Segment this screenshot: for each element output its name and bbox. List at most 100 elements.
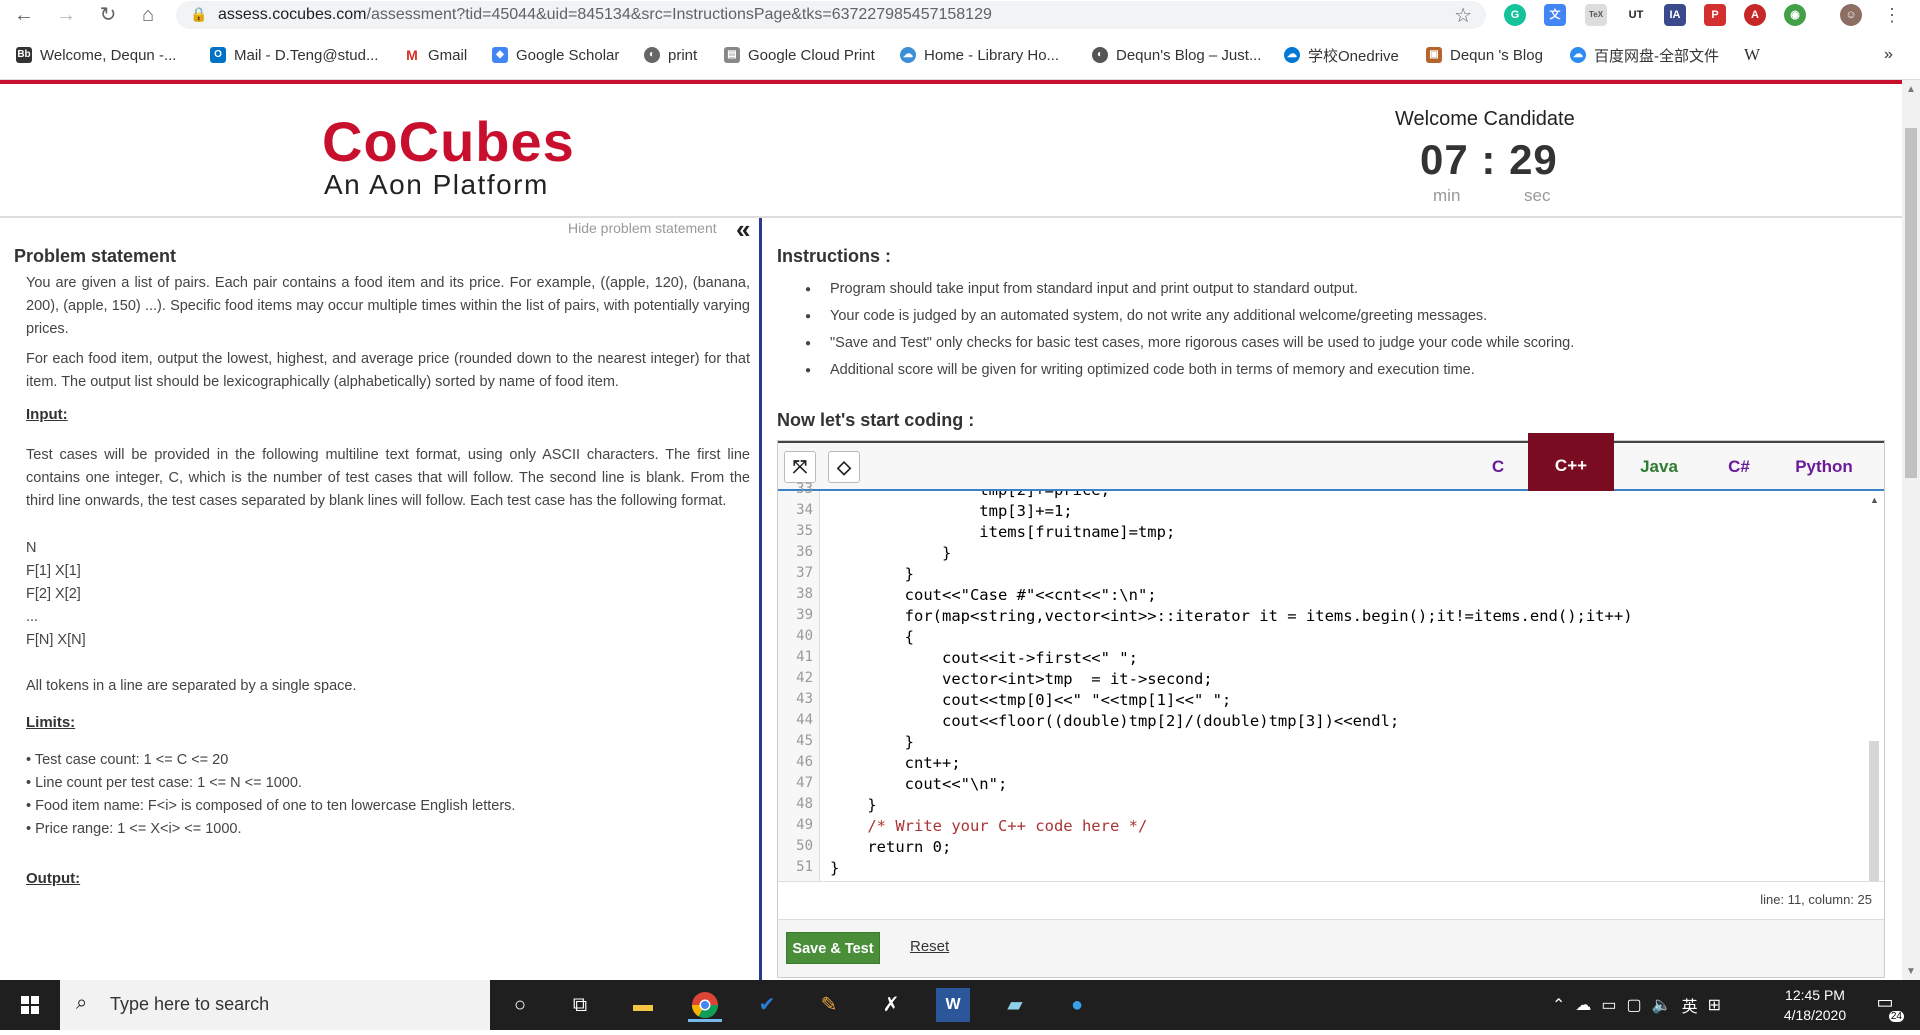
scroll-up-icon[interactable]: ▲ xyxy=(1906,84,1916,95)
timer-separator: : xyxy=(1481,136,1497,183)
code-line: cout<<"Case #"<<cnt<<":\n"; xyxy=(830,586,1157,604)
problem-panel: Hide problem statement « Problem stateme… xyxy=(0,218,762,980)
line-number: 49 xyxy=(796,817,813,833)
bookmark-item[interactable]: M Gmail xyxy=(404,44,467,66)
pdf-extension-icon[interactable]: P xyxy=(1704,4,1726,26)
logo-brand: CoCubes xyxy=(322,110,575,173)
line-number: 37 xyxy=(796,565,813,581)
tex-extension-icon[interactable]: TeX xyxy=(1585,4,1607,26)
wikipedia-bookmark[interactable]: W xyxy=(1744,44,1760,66)
paint-icon[interactable]: ✎ xyxy=(812,988,846,1022)
lang-tab-c[interactable]: C xyxy=(1468,443,1528,491)
code-line: tmp[2]+=price; xyxy=(830,491,1110,499)
ia-extension-icon[interactable]: IA xyxy=(1664,4,1686,26)
home-icon[interactable]: ⌂ xyxy=(136,3,160,27)
scroll-down-icon[interactable]: ▼ xyxy=(1906,966,1916,977)
url-text[interactable]: assess.cocubes.com/assessment?tid=45044&… xyxy=(218,6,992,24)
grammarly-extension-icon[interactable]: G xyxy=(1504,4,1526,26)
code-line: } xyxy=(830,565,914,583)
scroll-up-icon[interactable]: ▲ xyxy=(1870,495,1879,505)
network-icon[interactable]: ▢ xyxy=(1627,995,1642,1015)
file-explorer-icon[interactable]: ▬ xyxy=(626,988,660,1022)
lang-tab-csharp[interactable]: C# xyxy=(1704,443,1774,491)
scrollbar-thumb[interactable] xyxy=(1905,128,1917,478)
code-line: { xyxy=(830,628,914,646)
editor-status-bar: line: 11, column: 25 xyxy=(778,881,1884,919)
code-line: } xyxy=(830,733,914,751)
bookmark-star-icon[interactable]: ☆ xyxy=(1454,3,1472,28)
adblock-extension-icon[interactable]: A xyxy=(1744,4,1766,26)
collapse-chevron-icon[interactable]: « xyxy=(736,218,750,245)
volume-icon[interactable]: 🔈 xyxy=(1652,995,1672,1015)
format-line: F[1] X[1] xyxy=(26,563,81,579)
chrome-icon[interactable] xyxy=(688,988,722,1022)
chrome-logo-icon xyxy=(691,992,719,1019)
code-format-icon[interactable]: ◇ xyxy=(828,451,860,483)
onedrive-icon[interactable]: ☁ xyxy=(1575,995,1591,1015)
limit-item: • Food item name: F<i> is composed of on… xyxy=(26,798,516,814)
lang-tab-java[interactable]: Java xyxy=(1614,443,1704,491)
code-line: vector<int>tmp = it->second; xyxy=(830,670,1213,688)
bookmark-item[interactable]: ◐ print xyxy=(644,44,697,66)
reset-link[interactable]: Reset xyxy=(910,938,949,955)
bookmark-item[interactable]: ☁ Home - Library Ho... xyxy=(900,44,1059,66)
chevron-up-icon[interactable]: ⌃ xyxy=(1552,995,1565,1015)
address-bar[interactable]: 🔒 assess.cocubes.com/assessment?tid=4504… xyxy=(176,1,1486,29)
start-button[interactable] xyxy=(0,980,60,1030)
reload-icon[interactable]: ↻ xyxy=(96,3,120,27)
back-icon[interactable]: ← xyxy=(12,3,36,27)
forward-icon[interactable]: → xyxy=(54,3,78,27)
bookmark-item[interactable]: ▣ Dequn 's Blog xyxy=(1426,44,1543,66)
format-line: F[N] X[N] xyxy=(26,632,86,648)
bookmark-item[interactable]: ☁ 百度网盘-全部文件 xyxy=(1570,44,1719,66)
bullet-icon: ● xyxy=(805,284,812,295)
ut-extension-icon[interactable]: UT xyxy=(1625,4,1647,26)
scrollbar-thumb[interactable] xyxy=(1869,741,1879,881)
hide-problem-link[interactable]: Hide problem statement xyxy=(568,220,717,236)
code-area[interactable]: tmp[2]+=price; tmp[3]+=1; items[fruitnam… xyxy=(822,491,1862,881)
translate-extension-icon[interactable]: 文 xyxy=(1544,4,1566,26)
code-line: cout<<it->first<<" "; xyxy=(830,649,1138,667)
page-scrollbar[interactable]: ▲ ▼ xyxy=(1902,80,1920,980)
code-line: cnt++; xyxy=(830,754,961,772)
bullet-icon: ● xyxy=(805,365,812,376)
clock-time: 12:45 PM xyxy=(1785,987,1845,1003)
bookmark-label: 百度网盘-全部文件 xyxy=(1594,47,1719,65)
line-number: 35 xyxy=(796,523,813,539)
bookmark-item[interactable]: O Mail - D.Teng@stud... xyxy=(210,44,378,66)
calculator-icon[interactable]: ✗ xyxy=(874,988,908,1022)
instruction-item: Your code is judged by an automated syst… xyxy=(830,308,1488,324)
globe-extension-icon[interactable]: ◉ xyxy=(1784,4,1806,26)
save-test-button[interactable]: Save & Test xyxy=(786,932,880,964)
code-line: return 0; xyxy=(830,838,952,856)
word-icon[interactable]: W xyxy=(936,988,970,1022)
fullscreen-icon[interactable]: ⤧ xyxy=(784,451,816,483)
bookmark-item[interactable]: ☁ 学校Onedrive xyxy=(1284,44,1399,66)
line-number-gutter: 33 34 35 36 37 38 39 40 41 42 43 44 45 46 47 48 49 50 51 xyxy=(778,481,820,881)
more-bookmarks-button[interactable]: » xyxy=(1884,44,1893,66)
bookmark-item[interactable]: ◐ Dequn's Blog – Just... xyxy=(1092,44,1261,66)
cortana-icon[interactable]: ○ xyxy=(503,988,537,1022)
lang-tab-cpp[interactable]: C++ xyxy=(1528,433,1614,491)
notification-center-icon[interactable]: ▭ 24 xyxy=(1870,992,1904,1022)
bookmark-item[interactable]: ◆ Google Scholar xyxy=(492,44,619,66)
code-editor: ⤧ ◇ C C++ Java C# Python 33 34 35 36 37 38 39 4… xyxy=(777,433,1885,978)
assessment-page: CoCubes An Aon Platform Welcome Candidat… xyxy=(0,84,1902,980)
lang-tab-python[interactable]: Python xyxy=(1774,443,1874,491)
keyboard-icon[interactable]: ⊞ xyxy=(1708,995,1721,1015)
editor-scrollbar[interactable]: ▲ xyxy=(1864,491,1884,881)
battery-icon[interactable]: ▭ xyxy=(1601,995,1616,1015)
bookmark-item[interactable]: ▤ Google Cloud Print xyxy=(724,44,875,66)
menu-kebab-icon[interactable]: ⋮ xyxy=(1880,3,1904,27)
profile-avatar[interactable]: ☺ xyxy=(1840,4,1862,26)
bookmark-item[interactable]: Bb Welcome, Dequn -... xyxy=(16,44,176,66)
taskbar-clock[interactable]: 12:45 PM 4/18/2020 xyxy=(1770,985,1860,1025)
bookmark-label: Gmail xyxy=(428,46,468,64)
app-icon[interactable]: ● xyxy=(1060,988,1094,1022)
notepad-icon[interactable]: ▰ xyxy=(998,988,1032,1022)
bookmark-label: W xyxy=(1744,45,1761,64)
taskbar-search[interactable]: ⌕ Type here to search xyxy=(60,980,490,1030)
ime-indicator[interactable]: 英 xyxy=(1682,993,1698,1017)
todo-icon[interactable]: ✔ xyxy=(750,988,784,1022)
task-view-icon[interactable]: ⧉ xyxy=(563,988,597,1022)
